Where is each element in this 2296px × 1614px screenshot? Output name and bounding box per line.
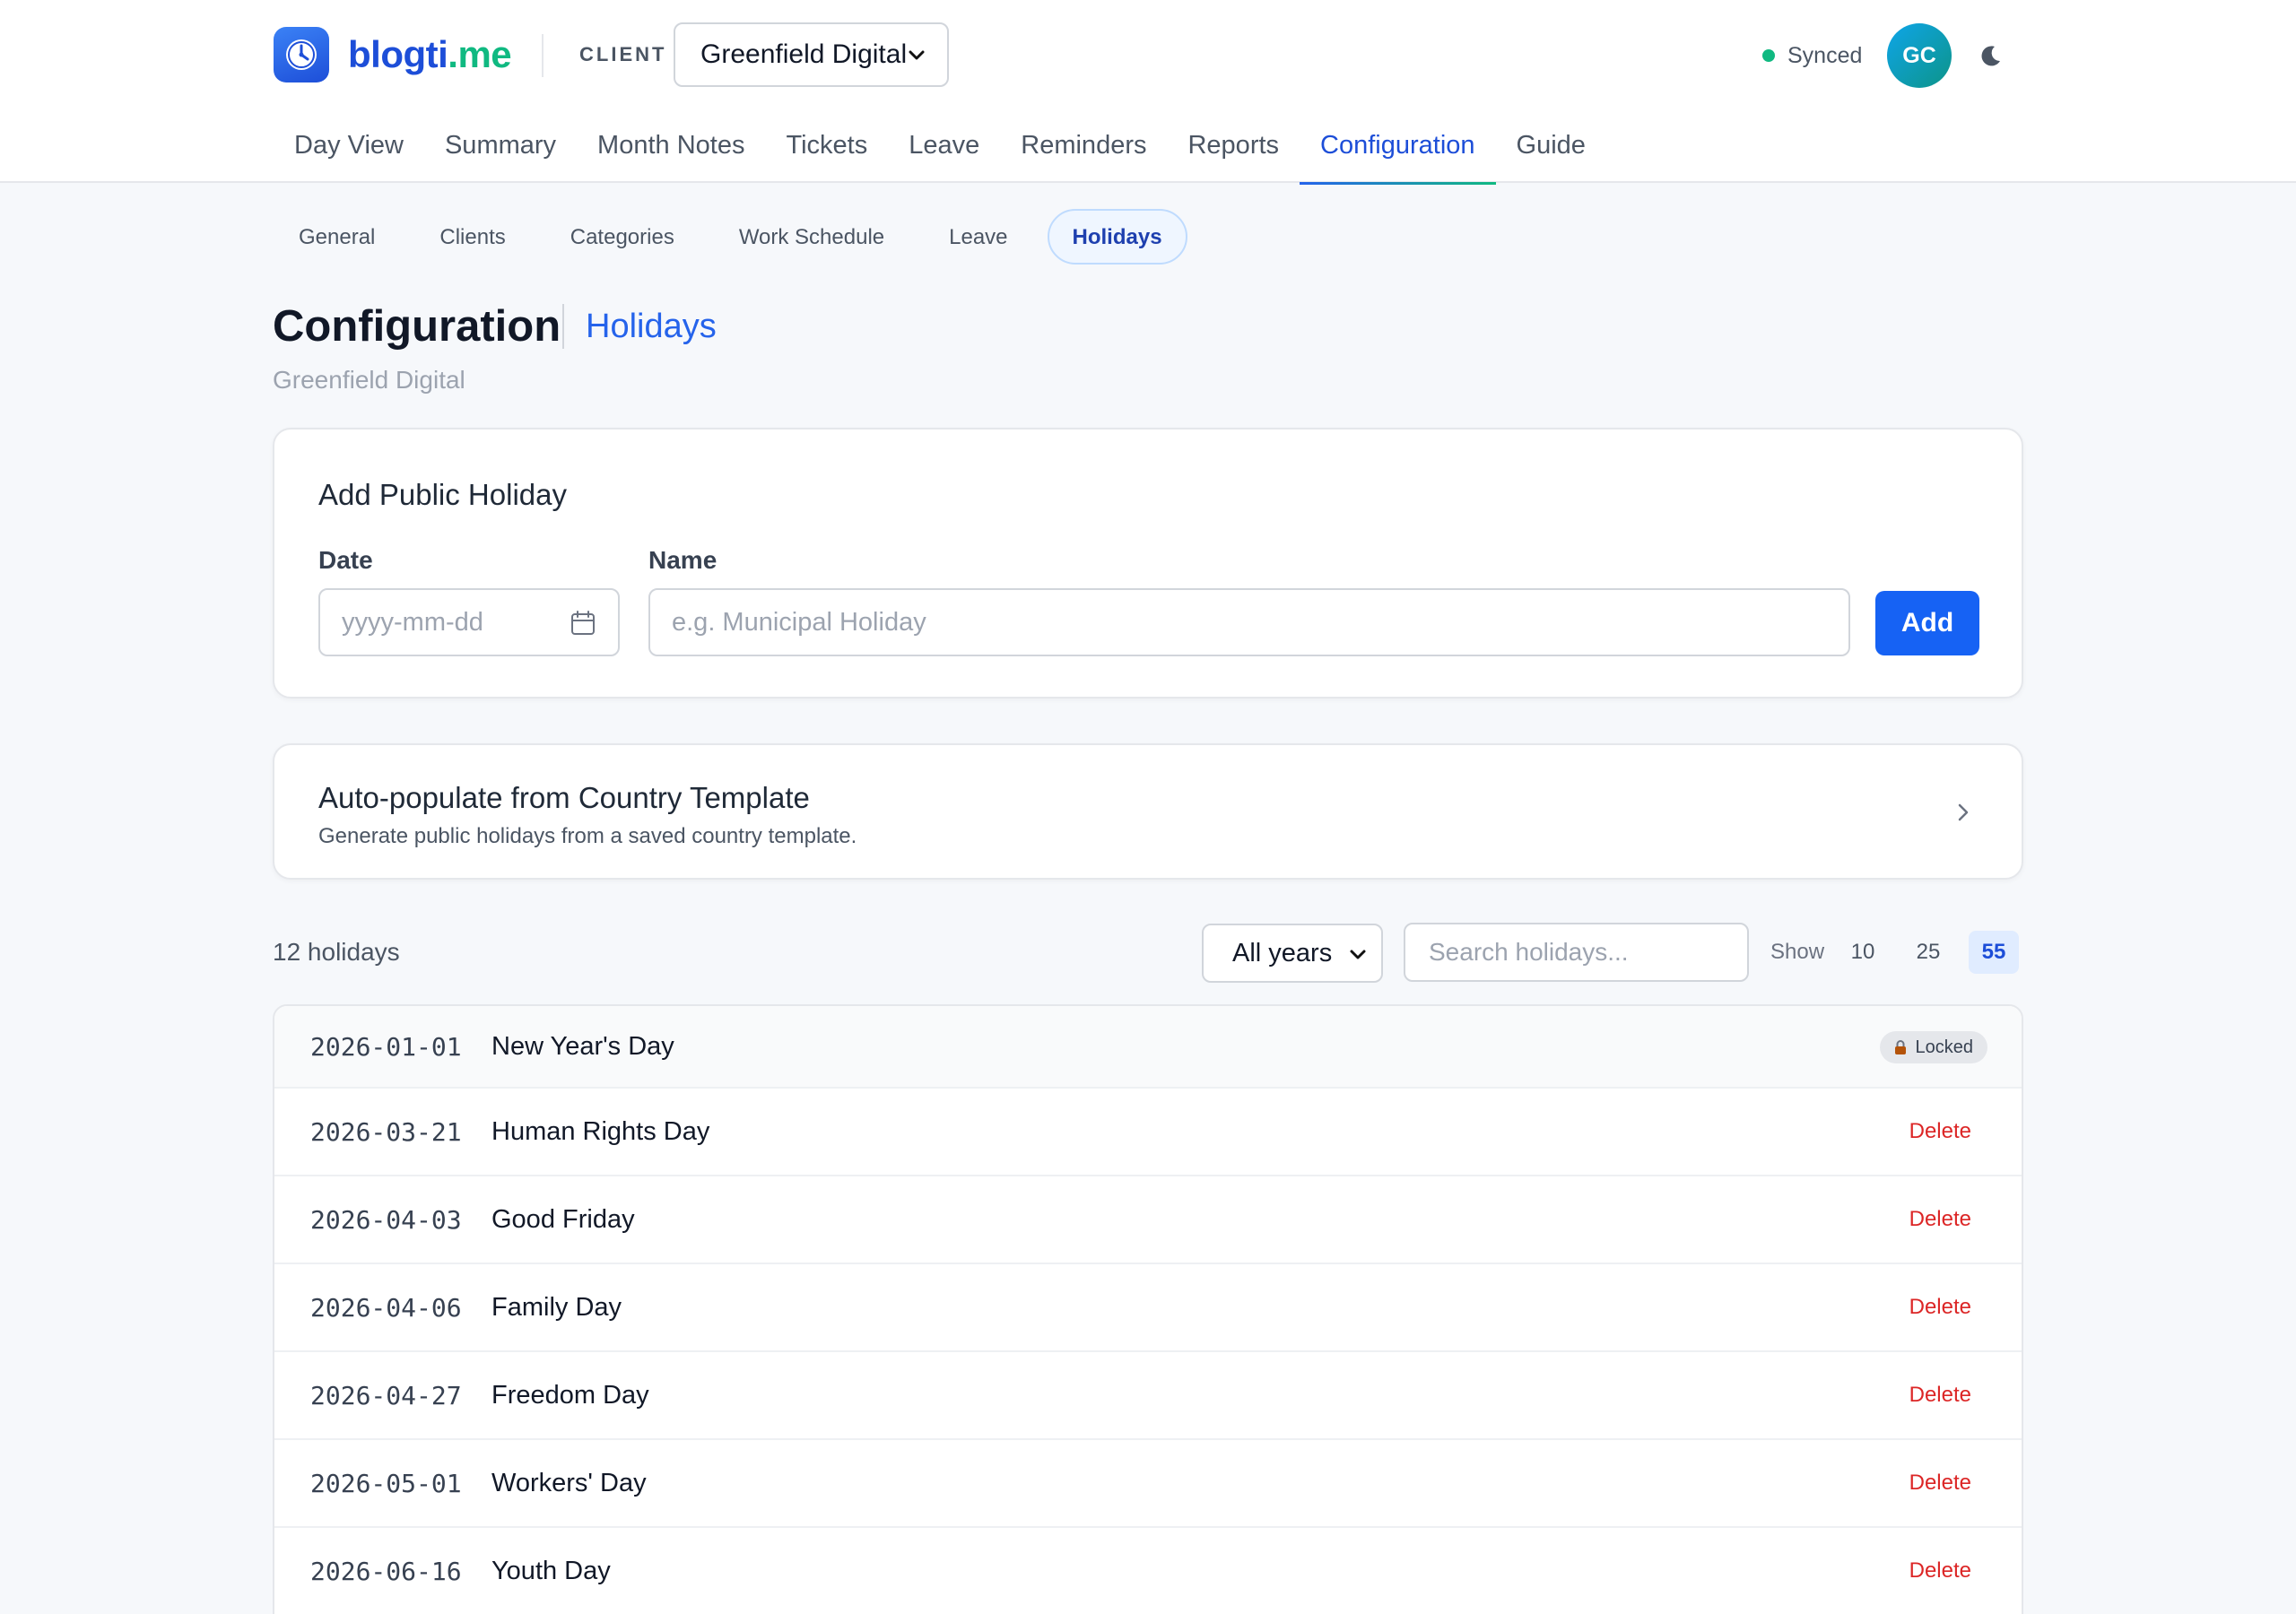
- dark-mode-moon-icon[interactable]: [1975, 41, 2005, 72]
- page-size-55[interactable]: 55: [1969, 931, 2019, 974]
- nav-guide[interactable]: Guide: [1496, 120, 1606, 183]
- add-holiday-card: Add Public Holiday Date Name yyyy-mm-dd …: [273, 428, 2023, 699]
- year-filter-value: All years: [1232, 938, 1333, 968]
- subtab-categories[interactable]: Categories: [545, 209, 700, 265]
- search-holidays-placeholder: Search holidays...: [1429, 938, 1629, 966]
- name-field-label: Name: [648, 546, 718, 574]
- date-input-placeholder: yyyy-mm-dd: [342, 607, 483, 637]
- page-title: Configuration: [273, 302, 561, 351]
- chevron-right-icon[interactable]: [1950, 799, 1977, 826]
- page-subtitle: Greenfield Digital: [273, 366, 465, 394]
- calendar-icon[interactable]: [570, 610, 596, 637]
- auto-populate-card[interactable]: Auto-populate from Country Template Gene…: [273, 743, 2023, 880]
- delete-holiday-button[interactable]: Delete: [1909, 1352, 1971, 1438]
- delete-holiday-button[interactable]: Delete: [1909, 1440, 1971, 1526]
- holiday-name: Good Friday: [491, 1204, 635, 1234]
- year-filter-select[interactable]: All years: [1202, 924, 1383, 983]
- date-field-label: Date: [318, 546, 373, 574]
- search-holidays-input[interactable]: Search holidays...: [1404, 923, 1749, 982]
- main-nav: Day View Summary Month Notes Tickets Lea…: [274, 120, 1606, 185]
- holiday-row: 2026-04-27 Freedom Day Delete: [274, 1352, 2022, 1440]
- brand-name-part2: .me: [448, 33, 512, 75]
- holiday-name-input[interactable]: e.g. Municipal Holiday: [648, 588, 1850, 656]
- nav-configuration[interactable]: Configuration: [1300, 120, 1496, 185]
- add-holiday-title: Add Public Holiday: [318, 478, 567, 511]
- sync-status-dot-icon: [1762, 49, 1775, 62]
- subtab-clients[interactable]: Clients: [414, 209, 530, 265]
- lock-icon: [1894, 1040, 1906, 1054]
- delete-holiday-button[interactable]: Delete: [1909, 1528, 1971, 1614]
- page-size-10[interactable]: 10: [1838, 931, 1888, 974]
- client-label: CLIENT: [579, 43, 667, 65]
- delete-holiday-button[interactable]: Delete: [1909, 1089, 1971, 1175]
- clock-logo-icon[interactable]: [274, 27, 329, 82]
- subtab-leave[interactable]: Leave: [924, 209, 1032, 265]
- holiday-name: New Year's Day: [491, 1031, 674, 1061]
- holiday-name-placeholder: e.g. Municipal Holiday: [672, 607, 926, 637]
- subtab-holidays[interactable]: Holidays: [1047, 209, 1187, 265]
- chevron-down-icon: [909, 50, 925, 60]
- client-select-value: Greenfield Digital: [700, 39, 908, 69]
- holiday-row: 2026-01-01 New Year's Day Locked: [274, 1006, 2022, 1089]
- holiday-date: 2026-01-01: [310, 1031, 462, 1062]
- holiday-count: 12 holidays: [273, 938, 400, 966]
- nav-reports[interactable]: Reports: [1167, 120, 1300, 183]
- holiday-row: 2026-03-21 Human Rights Day Delete: [274, 1089, 2022, 1176]
- sync-status-label: Synced: [1787, 42, 1863, 68]
- user-avatar[interactable]: GC: [1887, 23, 1952, 88]
- holiday-name: Freedom Day: [491, 1380, 649, 1410]
- holiday-name: Family Day: [491, 1292, 622, 1322]
- delete-holiday-button[interactable]: Delete: [1909, 1176, 1971, 1263]
- brand-logo[interactable]: blogti.me: [348, 30, 512, 79]
- holiday-name: Youth Day: [491, 1556, 611, 1585]
- brand-name-part1: blogti: [348, 33, 448, 75]
- page-section-title: Holidays: [586, 308, 717, 345]
- holiday-row: 2026-06-16 Youth Day Delete: [274, 1528, 2022, 1614]
- nav-tickets[interactable]: Tickets: [765, 120, 888, 183]
- holiday-date: 2026-05-01: [310, 1468, 462, 1498]
- holiday-date: 2026-04-27: [310, 1380, 462, 1410]
- holiday-date: 2026-04-06: [310, 1292, 462, 1323]
- auto-populate-description: Generate public holidays from a saved co…: [318, 824, 857, 848]
- app-header: blogti.me CLIENT Greenfield Digital Sync…: [0, 0, 2296, 185]
- holiday-row: 2026-04-06 Family Day Delete: [274, 1264, 2022, 1352]
- holiday-date: 2026-04-03: [310, 1204, 462, 1235]
- holiday-list: 2026-01-01 New Year's Day Locked 2026-03…: [273, 1004, 2023, 1614]
- locked-label: Locked: [1915, 1037, 1974, 1057]
- subtab-work-schedule[interactable]: Work Schedule: [714, 209, 909, 265]
- sync-status: Synced: [1762, 42, 1862, 69]
- holiday-date: 2026-03-21: [310, 1116, 462, 1147]
- nav-summary[interactable]: Summary: [424, 120, 577, 183]
- locked-badge: Locked: [1879, 1031, 1987, 1063]
- chevron-down-icon: [1350, 950, 1366, 959]
- config-subtabs: General Clients Categories Work Schedule…: [274, 209, 1202, 265]
- page-size-label: Show: [1770, 940, 1825, 964]
- auto-populate-title: Auto-populate from Country Template: [318, 781, 810, 814]
- nav-month-notes[interactable]: Month Notes: [577, 120, 765, 183]
- holiday-date: 2026-06-16: [310, 1556, 462, 1586]
- holiday-row: 2026-04-03 Good Friday Delete: [274, 1176, 2022, 1264]
- holiday-name: Workers' Day: [491, 1468, 647, 1497]
- nav-day-view[interactable]: Day View: [274, 120, 424, 183]
- nav-leave[interactable]: Leave: [888, 120, 1000, 183]
- client-select[interactable]: Greenfield Digital: [674, 22, 949, 87]
- holiday-name: Human Rights Day: [491, 1116, 710, 1146]
- holiday-row: 2026-05-01 Workers' Day Delete: [274, 1440, 2022, 1528]
- subtab-general[interactable]: General: [274, 209, 400, 265]
- date-input[interactable]: yyyy-mm-dd: [318, 588, 620, 656]
- add-holiday-button[interactable]: Add: [1875, 591, 1979, 655]
- header-divider: [542, 34, 544, 77]
- nav-reminders[interactable]: Reminders: [1000, 120, 1167, 183]
- title-divider: [562, 304, 564, 349]
- delete-holiday-button[interactable]: Delete: [1909, 1264, 1971, 1350]
- page-size-25[interactable]: 25: [1903, 931, 1953, 974]
